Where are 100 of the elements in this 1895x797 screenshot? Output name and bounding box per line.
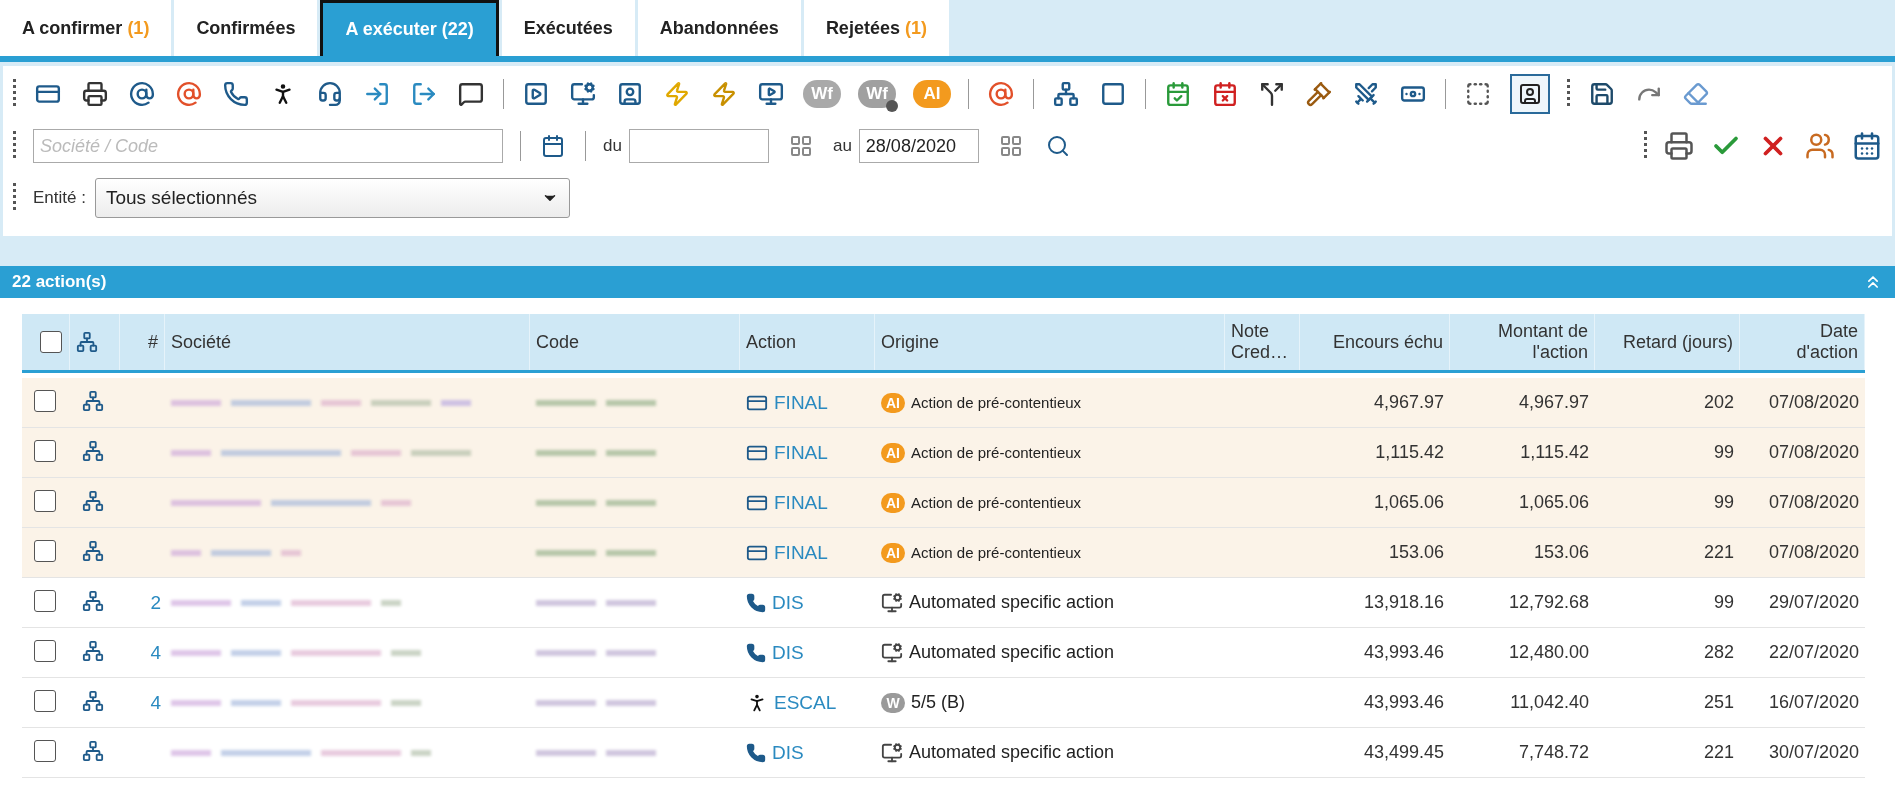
column-header[interactable]: Note Cred…	[1231, 321, 1293, 363]
hierarchy-icon[interactable]	[76, 331, 98, 353]
checkbox[interactable]	[34, 389, 56, 412]
action-link[interactable]: DIS	[772, 591, 804, 614]
table-cell-text: 43,993.46	[1362, 642, 1445, 663]
printer-icon[interactable]	[80, 79, 110, 109]
table-cell-text: 13,918.16	[1362, 592, 1445, 613]
hierarchy-icon[interactable]	[82, 439, 104, 462]
tab[interactable]: Abandonnées	[637, 0, 801, 56]
origin-text: Action de pré-contentieux	[911, 544, 1082, 561]
column-header[interactable]: Encours échu	[1332, 331, 1443, 353]
checkbox[interactable]	[34, 539, 56, 562]
table-cell-text: 251	[1702, 692, 1735, 713]
entity-select[interactable]: Tous sélectionnés	[94, 178, 570, 218]
hierarchy-icon[interactable]	[82, 739, 104, 762]
table-cell-text: 29/07/2020	[1767, 592, 1860, 613]
tab[interactable]: A confirmer (1)	[0, 0, 172, 56]
column-header[interactable]: Code	[536, 331, 580, 353]
monitor-gear-icon	[881, 591, 903, 614]
at-sign-icon[interactable]	[986, 79, 1016, 109]
checkbox[interactable]	[34, 739, 56, 762]
hierarchy-icon[interactable]	[82, 589, 104, 612]
table-cell-text: 221	[1702, 542, 1735, 563]
tab[interactable]: Confirmées	[174, 0, 318, 56]
table-cell-text: 153.06	[1387, 542, 1445, 563]
at-sign-icon[interactable]	[174, 79, 204, 109]
table-cell-text: 22/07/2020	[1767, 642, 1860, 663]
ai-badge: AI	[881, 442, 905, 463]
row-number[interactable]: 4	[120, 641, 165, 664]
origin-text: 5/5 (B)	[911, 692, 966, 713]
checkbox[interactable]	[34, 439, 56, 462]
checkbox[interactable]	[34, 589, 56, 612]
table-row[interactable]: FINAL AI Action de pré-contentieux 4,967.97 4,967.97 202 07/08/2020	[22, 378, 1865, 428]
column-header[interactable]: Montant de l'action	[1456, 321, 1588, 363]
table-cell-text: 07/08/2020	[1767, 392, 1860, 413]
column-header[interactable]: Société	[171, 331, 232, 353]
table-row[interactable]: FINAL AI Action de pré-contentieux 1,065.06 1,065.06 99 07/08/2020	[22, 478, 1865, 528]
gavel-icon[interactable]	[1304, 79, 1334, 109]
table-row[interactable]: FINAL AI Action de pré-contentieux 153.06 153.06 221 07/08/2020	[22, 528, 1865, 578]
table-cell-text: 43,499.45	[1362, 742, 1445, 763]
row-number[interactable]: 2	[120, 591, 165, 614]
table-cell-text: 153.06	[1532, 542, 1590, 563]
checkbox[interactable]	[34, 689, 56, 712]
workflow-badge: W	[881, 692, 905, 713]
action-link[interactable]: ESCAL	[774, 691, 837, 714]
table-row[interactable]: FINAL AI Action de pré-contentieux 1,115.42 1,115.42 99 07/08/2020	[22, 428, 1865, 478]
calendar-icon[interactable]	[1852, 131, 1882, 161]
hierarchy-icon[interactable]	[82, 689, 104, 712]
table-cell-text: 99	[1712, 592, 1735, 613]
checkbox[interactable]	[40, 331, 62, 353]
action-link[interactable]: DIS	[772, 741, 804, 764]
at-sign-icon[interactable]	[127, 79, 157, 109]
hierarchy-icon[interactable]	[1051, 79, 1081, 109]
table-cell-text: 1,065.06	[1372, 492, 1445, 513]
table-cell-text: 12,480.00	[1507, 642, 1590, 663]
table-cell-text: 1,065.06	[1517, 492, 1590, 513]
tab[interactable]: Rejetées (1)	[803, 0, 949, 56]
hierarchy-icon[interactable]	[82, 389, 104, 412]
table-cell-text: 07/08/2020	[1767, 542, 1860, 563]
search-field[interactable]: Société / Code	[33, 129, 503, 163]
from-label: du	[603, 136, 622, 156]
table-cell-text: 07/08/2020	[1767, 442, 1860, 463]
ai-badge: AI	[881, 542, 905, 563]
monitor-gear-icon	[881, 741, 903, 764]
hierarchy-icon[interactable]	[82, 539, 104, 562]
column-header[interactable]: Date d'action	[1778, 321, 1858, 363]
row-number[interactable]: 4	[120, 691, 165, 714]
hierarchy-icon[interactable]	[82, 489, 104, 512]
column-header[interactable]: Action	[746, 331, 797, 353]
checkbox[interactable]	[34, 489, 56, 512]
phone-icon	[746, 742, 766, 763]
ai-badge: AI	[881, 492, 905, 513]
column-header[interactable]: Retard (jours)	[1622, 331, 1733, 353]
tab[interactable]: Exécutées	[501, 0, 635, 56]
origin-text: Action de pré-contentieux	[911, 494, 1082, 511]
ai-badge: AI	[881, 392, 905, 413]
table-cell-text: 1,115.42	[1374, 442, 1445, 463]
entity-label: Entité :	[33, 188, 86, 208]
checkbox[interactable]	[34, 639, 56, 662]
phone-icon	[746, 592, 766, 613]
table-cell-text: 4,967.97	[1372, 392, 1445, 413]
table-cell-text: 282	[1702, 642, 1735, 663]
origin-text: Action de pré-contentieux	[911, 444, 1082, 461]
column-header[interactable]: Origine	[881, 331, 940, 353]
action-link[interactable]: DIS	[772, 641, 804, 664]
table-cell-text: 99	[1712, 492, 1735, 513]
origin-text: Automated specific action	[909, 742, 1115, 763]
column-header[interactable]: #	[148, 331, 158, 353]
section-title: 22 action(s)	[12, 272, 107, 292]
date-field[interactable]: 28/08/2020	[858, 129, 979, 163]
date-field[interactable]	[628, 129, 769, 163]
hierarchy-icon[interactable]	[82, 639, 104, 662]
table-cell-text: 7,748.72	[1517, 742, 1590, 763]
table-cell-text: 99	[1712, 442, 1735, 463]
monitor-gear-icon	[881, 641, 903, 664]
user-square-icon[interactable]	[1510, 74, 1550, 114]
phone-icon[interactable]	[221, 79, 251, 109]
users-icon[interactable]	[1805, 131, 1835, 161]
to-label: au	[832, 136, 852, 156]
printer-icon[interactable]	[1664, 131, 1694, 161]
